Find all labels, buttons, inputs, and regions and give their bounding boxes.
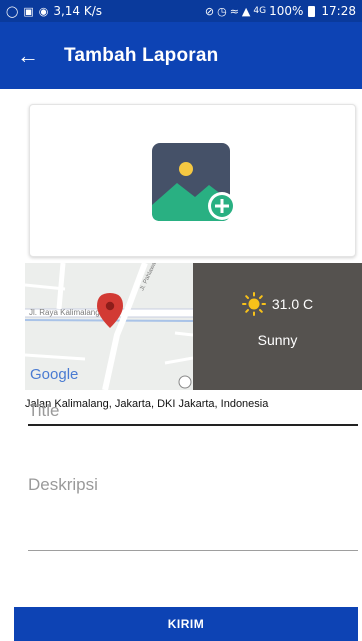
app-bar: ← Tambah Laporan <box>0 22 362 89</box>
network-type: 4G <box>253 6 267 16</box>
status-bar: ◯ ▣ ◉ 3,14 K/s ⊘ ◷ ≈ ▲ 4G 100% 17:28 <box>0 0 362 22</box>
add-image-icon <box>151 142 236 221</box>
description-underline <box>28 550 358 551</box>
status-notifications: ◯ ▣ ◉ 3,14 K/s <box>6 4 102 18</box>
arrow-back-icon[interactable]: ← <box>0 44 56 67</box>
submit-button[interactable]: KIRIM <box>14 607 358 641</box>
gallery-notification-icon: ▣ <box>23 4 34 18</box>
map-street-label: Jl. Raya Kalimalang <box>29 308 100 317</box>
battery-percent: 100% <box>269 4 304 18</box>
status-system: ⊘ ◷ ≈ ▲ 4G 100% 17:28 <box>205 4 356 18</box>
whatsapp-icon: ◯ <box>6 4 19 18</box>
google-logo: Google <box>30 366 78 383</box>
network-speed: 3,14 K/s <box>53 4 103 18</box>
temperature: 31.0 C <box>271 296 314 312</box>
weather-panel: 31.0 C Sunny <box>193 263 362 390</box>
clock: 17:28 <box>321 4 356 18</box>
title-input[interactable] <box>28 400 358 422</box>
alarm-icon: ◷ <box>217 4 227 18</box>
title-underline <box>28 424 358 426</box>
description-input[interactable] <box>28 475 358 549</box>
wifi-icon: ≈ <box>229 4 239 18</box>
location-map[interactable]: Jl. Pahlawan Jl. Raya Kalimalang Google <box>25 263 193 390</box>
weather-condition: Sunny <box>257 332 298 348</box>
sun-icon <box>241 292 266 316</box>
app-notification-icon: ◉ <box>38 4 49 18</box>
add-photo-button[interactable] <box>29 104 356 257</box>
mute-icon: ⊘ <box>204 4 215 18</box>
battery-icon <box>308 5 316 17</box>
signal-icon: ▲ <box>241 4 251 18</box>
page-title: Tambah Laporan <box>64 44 219 66</box>
